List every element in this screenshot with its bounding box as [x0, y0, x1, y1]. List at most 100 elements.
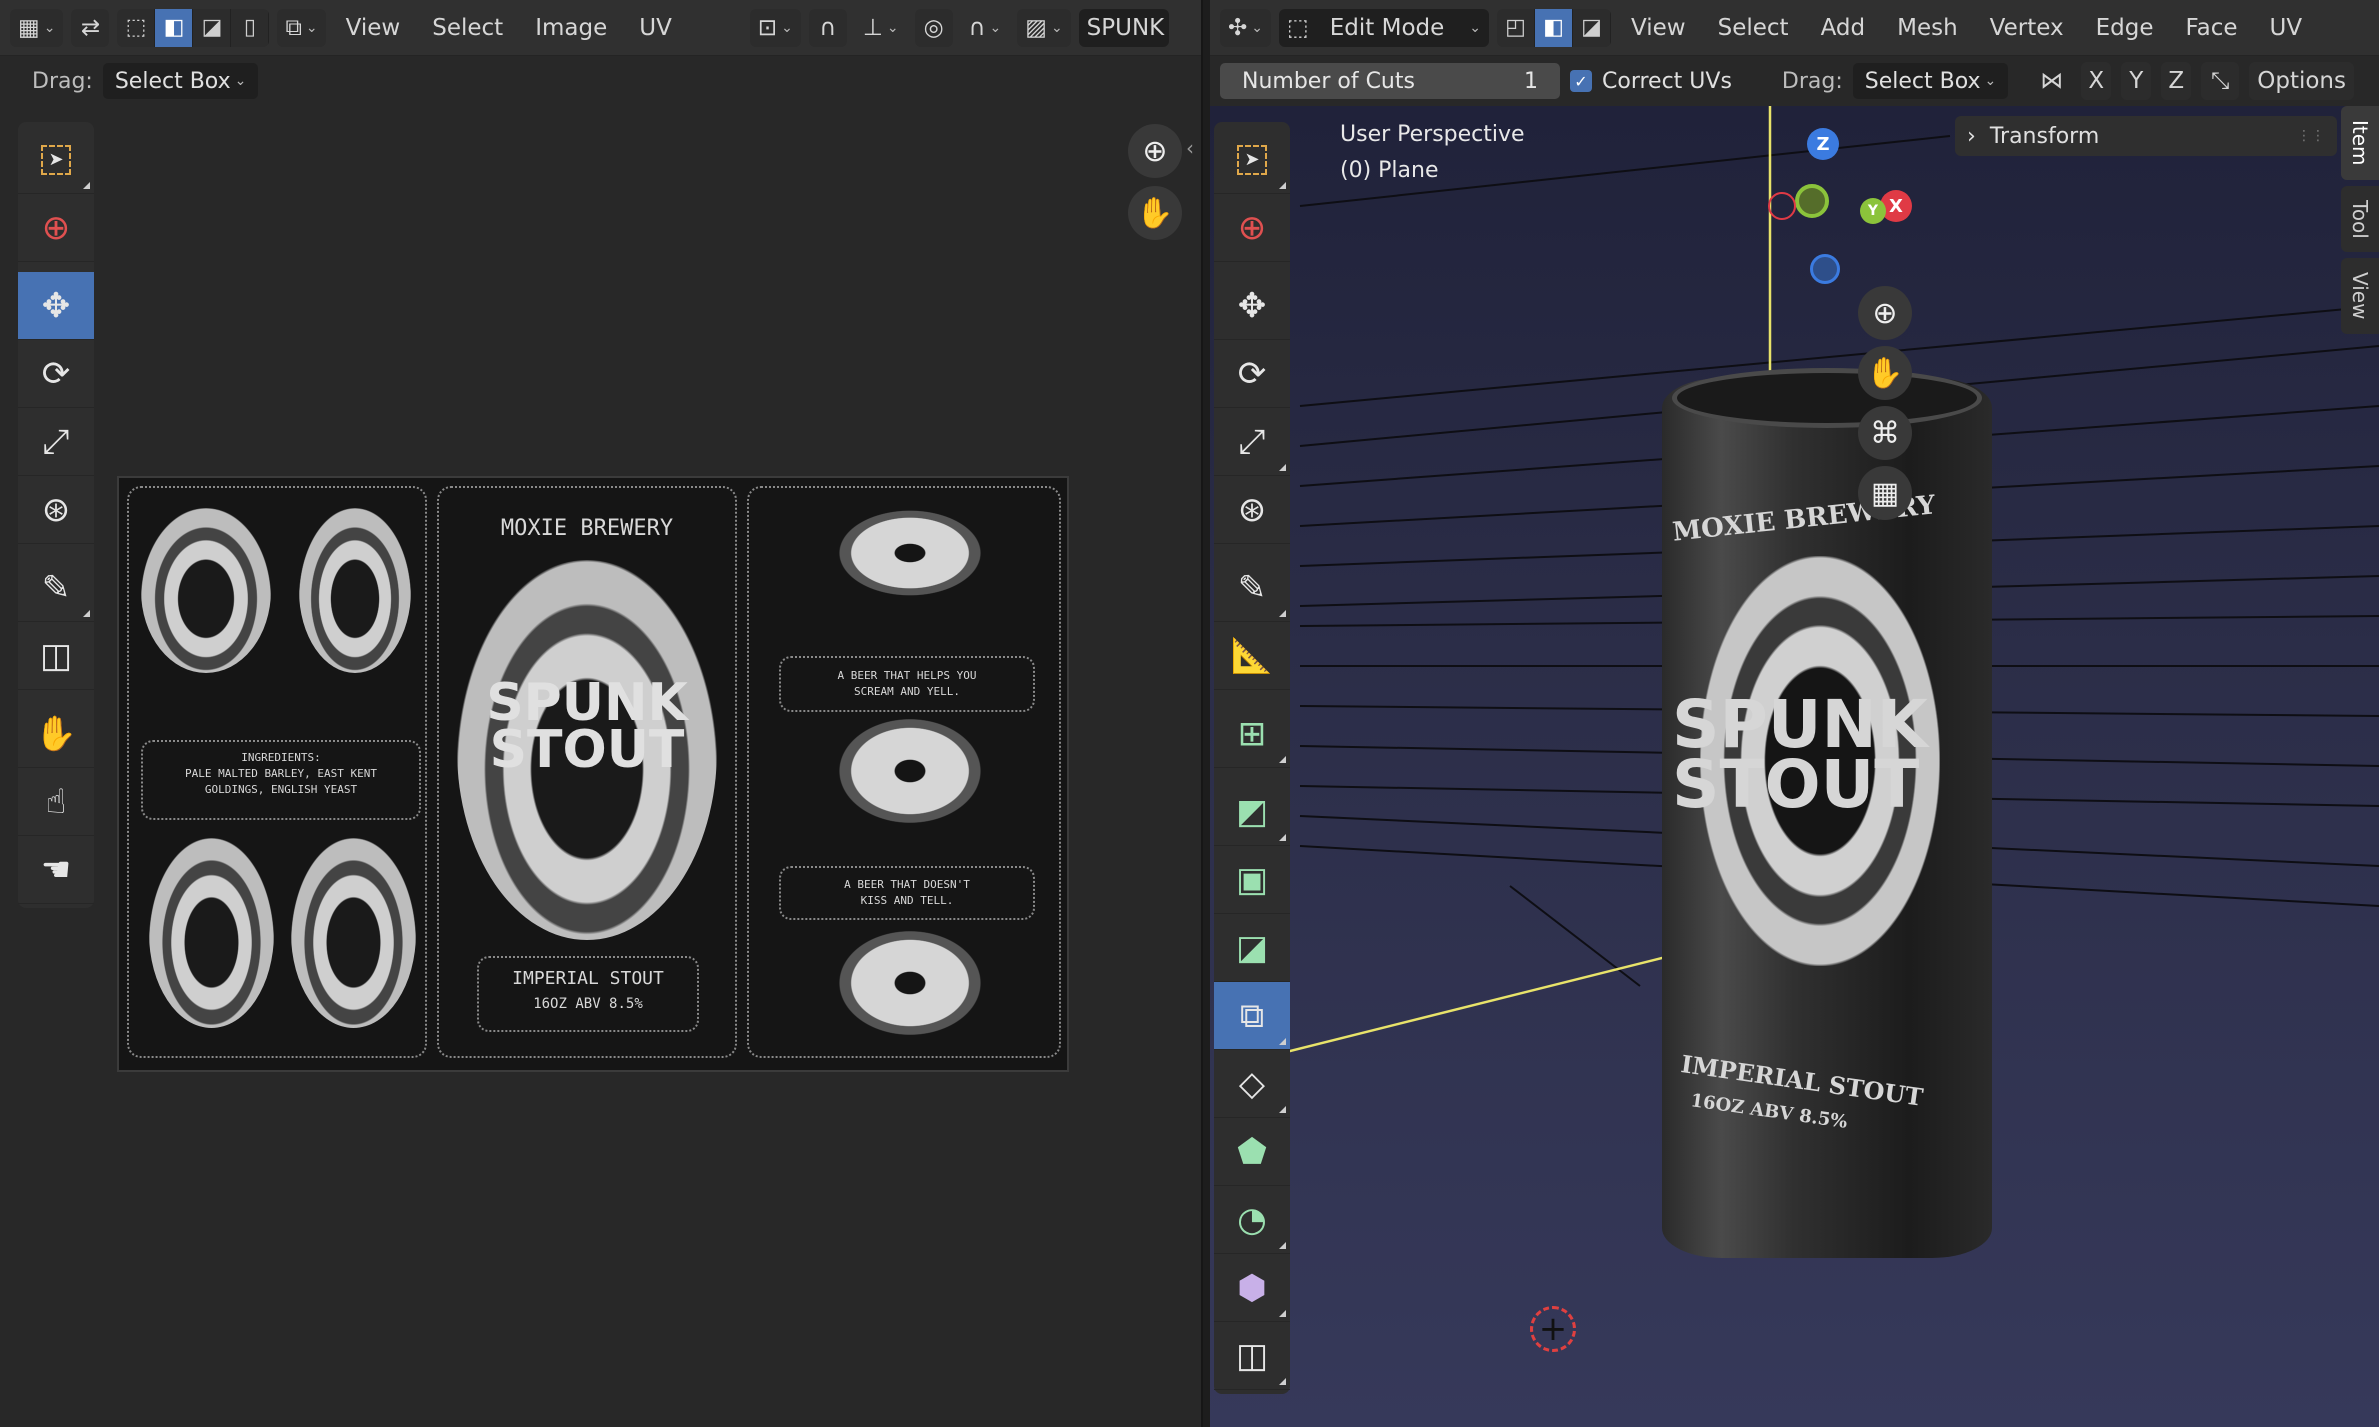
pinch-tool[interactable]: ☚ [18, 836, 94, 904]
edge-slide-tool[interactable]: ◫ [1214, 1322, 1290, 1390]
poly-build-tool[interactable]: ⬟ [1214, 1118, 1290, 1186]
image-name-field[interactable]: SPUNK [1078, 8, 1169, 47]
mirror-y-button[interactable]: Y [2121, 62, 2152, 100]
mirror-options-icon[interactable]: ⋈ [2032, 62, 2071, 100]
3d-viewport-canvas[interactable]: User Perspective (0) Plane MOXIE BREWERY… [1210, 106, 2379, 1427]
edge-select-button[interactable]: ◧ [1535, 8, 1574, 47]
vp-menu-add[interactable]: Add [1809, 15, 1878, 41]
vp-menu-face[interactable]: Face [2174, 15, 2250, 41]
vp-move-tool[interactable]: ✥ [1214, 272, 1290, 340]
uv-menu-select[interactable]: Select [420, 15, 515, 41]
proportional-edit-button[interactable]: ◎ [914, 8, 953, 47]
auto-merge-icon[interactable]: ⤡ [2201, 62, 2240, 100]
sticky-selection-button[interactable]: ⧉ ⌄ [277, 8, 326, 47]
falloff-button[interactable]: ∩ ⌄ [961, 9, 1010, 47]
vp-menu-mesh[interactable]: Mesh [1885, 15, 1970, 41]
face-select-button[interactable]: ◪ [1573, 8, 1612, 47]
cursor-tool[interactable]: ⊕ [18, 194, 94, 262]
correct-uvs-checkbox[interactable]: ✓ [1570, 70, 1592, 92]
vertex-select-mode-button[interactable]: ⬚ [117, 8, 156, 47]
uv-pan-button[interactable]: ✋ [1128, 186, 1182, 240]
sidebar-tabs: Item Tool View [2341, 106, 2379, 340]
vp-cursor-tool[interactable]: ⊕ [1214, 194, 1290, 262]
uv-menu-uv[interactable]: UV [627, 15, 684, 41]
editor-type-button[interactable]: ▦ ⌄ [10, 8, 64, 47]
inset-tool[interactable]: ▣ [1214, 846, 1290, 914]
select-box-tool[interactable]: ➤ [18, 126, 94, 194]
vp-menu-vertex[interactable]: Vertex [1978, 15, 2076, 41]
3d-cursor-icon[interactable]: + [1530, 1306, 1576, 1352]
gizmo-neg-z-axis[interactable] [1810, 254, 1840, 284]
pivot-point-button[interactable]: ⊡ ⌄ [749, 8, 801, 47]
sidebar-tab-tool[interactable]: Tool [2341, 185, 2379, 253]
gizmo-z-axis[interactable]: Z [1807, 128, 1839, 160]
camera-view-button[interactable]: ⌘ [1858, 406, 1912, 460]
drag-handle-icon[interactable]: ⋮⋮ [2297, 128, 2325, 144]
vp-measure-tool[interactable]: 📐 [1214, 622, 1290, 690]
vp-transform-tool[interactable]: ⊛ [1214, 476, 1290, 544]
move-tool[interactable]: ✥ [18, 272, 94, 340]
snap-target-button[interactable]: ⊥ ⌄ [855, 9, 907, 47]
toggle-ortho-button[interactable]: ▦ [1858, 466, 1912, 520]
sidebar-tab-item[interactable]: Item [2341, 106, 2379, 180]
annotate-tool[interactable]: ✎ [18, 554, 94, 622]
face-select-mode-button[interactable]: ◪ [193, 8, 232, 47]
vp-pan-button[interactable]: ✋ [1858, 346, 1912, 400]
vp-zoom-button[interactable]: ⊕ [1858, 286, 1912, 340]
snap-increment-icon: ⊥ [862, 14, 883, 41]
uv-sync-selection-button[interactable]: ⇄ [71, 8, 110, 47]
gizmo-neg-y-axis[interactable] [1795, 184, 1829, 218]
vertex-select-button[interactable]: ◰ [1497, 8, 1536, 47]
mirror-x-label: X [2088, 68, 2105, 94]
grab-tool[interactable]: ✋ [18, 700, 94, 768]
vp-scale-tool[interactable]: ⤢ [1214, 408, 1290, 476]
sidebar-tab-view[interactable]: View [2341, 258, 2379, 334]
uv-editor-pane: ▦ ⌄ ⇄ ⬚ ◧ ◪ ▯ ⧉ ⌄ View Select Image UV ⊡ ⌄ … [0, 0, 1203, 1427]
uv-zoom-button[interactable]: ⊕ [1128, 124, 1182, 178]
sticky-select-icon: ⧉ [285, 14, 302, 41]
drag-select-box-dropdown[interactable]: Select Box ⌄ [102, 63, 259, 99]
spin-tool[interactable]: ◔ [1214, 1186, 1290, 1254]
gizmo-y-axis[interactable]: Y [1860, 198, 1886, 224]
mirror-z-button[interactable]: Z [2161, 62, 2192, 100]
rip-tool[interactable]: ◫ [18, 622, 94, 690]
vp-drag-label: Drag: [1781, 68, 1843, 94]
vp-menu-edge[interactable]: Edge [2084, 15, 2166, 41]
bevel-tool[interactable]: ◪ [1214, 914, 1290, 982]
extrude-tool[interactable]: ◩ [1214, 778, 1290, 846]
snap-toggle-button[interactable]: ∩ [808, 8, 847, 47]
scale-tool[interactable]: ⤢ [18, 408, 94, 476]
uv-menu-image[interactable]: Image [523, 15, 619, 41]
island-select-mode-button[interactable]: ▯ [231, 8, 270, 47]
uv-texture-image[interactable]: INGREDIENTS: PALE MALTED BARLEY, EAST KE… [117, 476, 1069, 1072]
uv-menu-view[interactable]: View [334, 15, 413, 41]
sidebar-toggle-icon[interactable]: ‹ [1186, 136, 1194, 160]
knife-tool[interactable]: ◇ [1214, 1050, 1290, 1118]
mode-dropdown[interactable]: ⬚ Edit Mode ⌄ [1279, 8, 1490, 47]
transform-tool[interactable]: ⊛ [18, 476, 94, 544]
options-button[interactable]: Options [2249, 62, 2354, 100]
rotate-icon: ⟳ [41, 353, 71, 394]
mirror-x-button[interactable]: X [2081, 62, 2112, 100]
vp-menu-view[interactable]: View [1619, 15, 1698, 41]
image-browse-button[interactable]: ▨ ⌄ [1017, 8, 1071, 47]
cursor-icon: ⊕ [41, 207, 71, 248]
vp-annotate-tool[interactable]: ✎ [1214, 554, 1290, 622]
add-cube-tool[interactable]: ⊞ [1214, 700, 1290, 768]
loop-cut-tool[interactable]: ⧉ [1214, 982, 1290, 1050]
smooth-tool[interactable]: ⬢ [1214, 1254, 1290, 1322]
relax-tool[interactable]: ☝ [18, 768, 94, 836]
vp-menu-uv[interactable]: UV [2258, 15, 2315, 41]
vp-rotate-tool[interactable]: ⟳ [1214, 340, 1290, 408]
transform-panel-header[interactable]: › Transform ⋮⋮ [1955, 116, 2337, 156]
gizmo-neg-x-axis[interactable] [1768, 192, 1796, 220]
vp-drag-select-box-dropdown[interactable]: Select Box ⌄ [1852, 63, 2009, 99]
annotate-icon: ✎ [41, 567, 71, 608]
vp-select-box-tool[interactable]: ➤ [1214, 126, 1290, 194]
number-of-cuts-field[interactable]: Number of Cuts 1 [1220, 63, 1560, 99]
rotate-tool[interactable]: ⟳ [18, 340, 94, 408]
transform-label: Transform [1989, 123, 2100, 149]
vp-menu-select[interactable]: Select [1706, 15, 1801, 41]
edge-select-mode-button[interactable]: ◧ [155, 8, 194, 47]
viewport-editor-type-button[interactable]: ✣ ⌄ [1220, 8, 1272, 47]
